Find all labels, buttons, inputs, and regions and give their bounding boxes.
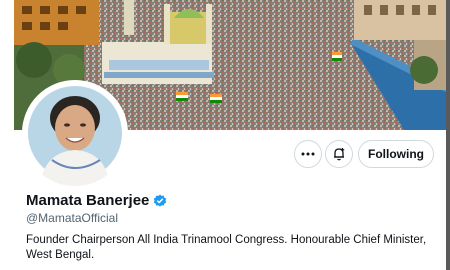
following-button[interactable]: Following (358, 140, 434, 168)
more-icon (301, 152, 315, 156)
profile-avatar[interactable] (22, 80, 128, 186)
profile-bio: Founder Chairperson All India Trinamool … (26, 234, 427, 261)
notification-button[interactable] (325, 140, 353, 168)
notification-bell-icon (334, 148, 345, 161)
profile-name: Mamata Banerjee (26, 192, 150, 209)
more-button[interactable] (294, 140, 322, 168)
screen-edge (446, 0, 450, 270)
verified-badge-icon[interactable] (153, 194, 167, 208)
following-button-label: Following (368, 147, 424, 161)
profile-name-row: Mamata Banerjee (26, 192, 167, 210)
profile-handle: @MamataOfficial (26, 211, 118, 225)
